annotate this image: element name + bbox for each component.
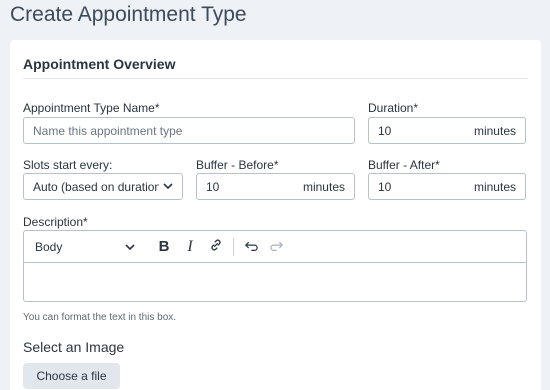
duration-value: 10: [378, 123, 392, 138]
format-dropdown[interactable]: Body: [35, 240, 135, 254]
duration-label: Duration*: [368, 101, 419, 115]
buffer-after-input[interactable]: 10 minutes: [368, 173, 526, 200]
duration-unit: minutes: [473, 123, 516, 138]
chevron-down-icon: [125, 240, 135, 254]
section-title: Appointment Overview: [23, 56, 176, 72]
italic-icon[interactable]: I: [177, 238, 203, 256]
choose-file-button[interactable]: Choose a file: [23, 363, 120, 389]
slots-start-select[interactable]: Auto (based on duration: [23, 173, 183, 200]
buffer-after-value: 10: [378, 179, 392, 194]
appointment-overview-card: Appointment Overview Appointment Type Na…: [10, 40, 541, 390]
buffer-before-value: 10: [206, 179, 220, 194]
appointment-type-name-label: Appointment Type Name*: [23, 101, 160, 115]
link-icon[interactable]: [203, 238, 229, 255]
undo-icon[interactable]: [238, 239, 264, 255]
buffer-before-label: Buffer - Before*: [196, 158, 279, 172]
chevron-down-icon: [163, 181, 173, 193]
editor-toolbar: Body B I: [24, 231, 526, 263]
slots-start-value: Auto (based on duration: [33, 179, 159, 194]
bold-icon[interactable]: B: [151, 238, 177, 255]
appointment-type-name-input[interactable]: Name this appointment type: [23, 117, 355, 144]
appointment-type-name-placeholder: Name this appointment type: [33, 123, 183, 138]
format-value: Body: [35, 239, 63, 254]
select-image-title: Select an Image: [23, 339, 125, 355]
section-divider: [23, 78, 528, 79]
page-title: Create Appointment Type: [10, 3, 247, 26]
slots-start-label: Slots start every:: [23, 158, 113, 172]
buffer-before-input[interactable]: 10 minutes: [196, 173, 355, 200]
description-label: Description*: [23, 215, 88, 229]
buffer-after-label: Buffer - After*: [368, 158, 440, 172]
description-editor: Body B I: [23, 230, 527, 302]
redo-icon[interactable]: [264, 239, 290, 255]
description-helper-text: You can format the text in this box.: [23, 312, 177, 323]
duration-input[interactable]: 10 minutes: [368, 117, 526, 144]
description-text-area[interactable]: [24, 263, 526, 301]
buffer-after-unit: minutes: [473, 179, 516, 194]
buffer-before-unit: minutes: [302, 179, 345, 194]
toolbar-divider: [233, 237, 234, 256]
